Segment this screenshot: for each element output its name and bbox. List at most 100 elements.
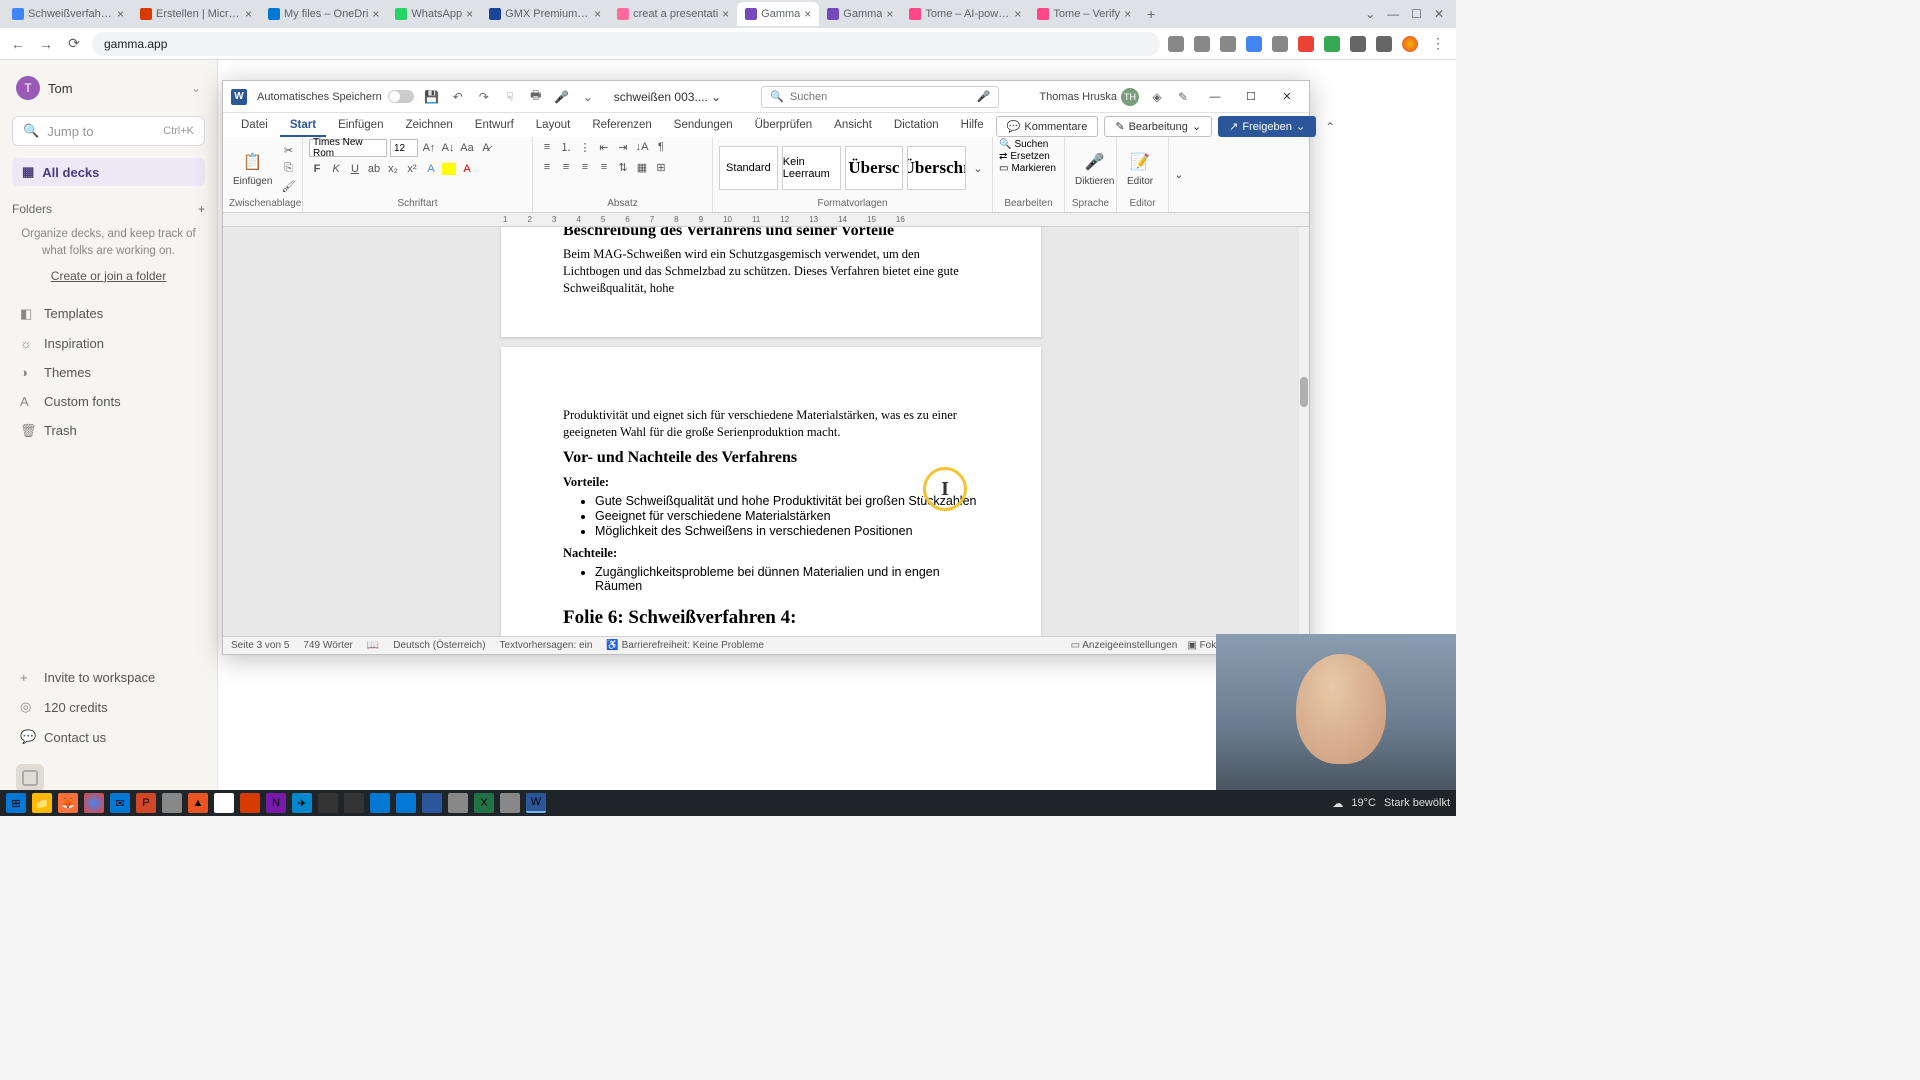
- close-icon[interactable]: ✕: [1434, 7, 1444, 21]
- document-area[interactable]: Beschreibung des Verfahrens und seiner V…: [223, 227, 1309, 636]
- vlc-icon[interactable]: ▲: [188, 793, 208, 813]
- font-color-icon[interactable]: A: [459, 161, 475, 177]
- close-icon[interactable]: ×: [1124, 7, 1131, 21]
- subscript-icon[interactable]: x₂: [385, 161, 401, 177]
- spellcheck-icon[interactable]: 📖: [367, 640, 379, 651]
- select-button[interactable]: ▭Markieren: [999, 163, 1056, 174]
- superscript-icon[interactable]: x²: [404, 161, 420, 177]
- bullet-list[interactable]: Gute Schweißqualität und hohe Produktivi…: [563, 494, 979, 538]
- jump-to-search[interactable]: 🔍 Jump to Ctrl+K: [12, 116, 205, 146]
- browser-tab[interactable]: Gamma×: [819, 2, 901, 26]
- create-folder-link[interactable]: Create or join a folder: [12, 269, 205, 283]
- close-icon[interactable]: ×: [886, 7, 893, 21]
- share-button[interactable]: ↗Freigeben⌄: [1218, 116, 1316, 137]
- word-count[interactable]: 749 Wörter: [303, 640, 352, 651]
- back-button[interactable]: ←: [8, 34, 28, 54]
- underline-icon[interactable]: U: [347, 161, 363, 177]
- find-button[interactable]: 🔍Suchen: [999, 139, 1048, 150]
- list-item[interactable]: Zugänglichkeitsprobleme bei dünnen Mater…: [595, 565, 979, 593]
- autosave-toggle[interactable]: Automatisches Speichern: [257, 90, 414, 103]
- document-page[interactable]: Beschreibung des Verfahrens und seiner V…: [501, 227, 1041, 337]
- format-painter-icon[interactable]: 🖌: [280, 178, 296, 194]
- add-folder-button[interactable]: +: [198, 202, 205, 216]
- close-icon[interactable]: ×: [594, 7, 601, 21]
- justify-icon[interactable]: ≡: [596, 159, 612, 175]
- clear-format-icon[interactable]: A̷: [478, 140, 494, 156]
- tab-ansicht[interactable]: Ansicht: [824, 115, 882, 137]
- save-icon[interactable]: 💾: [424, 89, 440, 105]
- undo-icon[interactable]: ↶: [450, 89, 466, 105]
- strike-icon[interactable]: ab: [366, 161, 382, 177]
- indent-icon[interactable]: ⇥: [615, 139, 631, 155]
- browser-tab[interactable]: Erstellen | Microsof×: [132, 2, 260, 26]
- tab-dictation[interactable]: Dictation: [884, 115, 949, 137]
- grow-font-icon[interactable]: A↑: [421, 140, 437, 156]
- dictate-button[interactable]: 🎤Diktieren: [1071, 148, 1118, 189]
- paragraph-bold[interactable]: Nachteile:: [563, 546, 979, 561]
- heading[interactable]: Vor- und Nachteile des Verfahrens: [563, 449, 979, 467]
- display-settings[interactable]: ▭ Anzeigeeinstellungen: [1071, 640, 1178, 651]
- numbering-icon[interactable]: ⒈: [558, 139, 574, 155]
- browser-tab[interactable]: creat a presentati×: [609, 2, 737, 26]
- menu-icon[interactable]: ⋮: [1428, 34, 1448, 54]
- close-icon[interactable]: ×: [117, 7, 124, 21]
- taskbar-app-icon[interactable]: [162, 793, 182, 813]
- nav-custom-fonts[interactable]: ACustom fonts: [12, 387, 205, 416]
- tab-start[interactable]: Start: [280, 115, 326, 137]
- outlook-icon[interactable]: ✉: [110, 793, 130, 813]
- minimize-icon[interactable]: —: [1387, 7, 1399, 21]
- close-icon[interactable]: ×: [804, 7, 811, 21]
- weather-icon[interactable]: ☁: [1332, 797, 1343, 810]
- extension-icon[interactable]: [1194, 36, 1210, 52]
- browser-tab[interactable]: WhatsApp×: [387, 2, 481, 26]
- taskbar-app-icon[interactable]: [318, 793, 338, 813]
- weather-text[interactable]: Stark bewölkt: [1384, 797, 1450, 809]
- tab-entwurf[interactable]: Entwurf: [465, 115, 524, 137]
- close-icon[interactable]: ×: [722, 7, 729, 21]
- align-left-icon[interactable]: ≡: [539, 159, 555, 175]
- reload-button[interactable]: ⟳: [64, 34, 84, 54]
- scrollbar-thumb[interactable]: [1300, 377, 1308, 407]
- quick-print-icon[interactable]: 🖶: [528, 89, 544, 105]
- taskbar-app-icon[interactable]: [422, 793, 442, 813]
- word-search-box[interactable]: 🔍 🎤: [761, 86, 999, 108]
- extension-icon[interactable]: [1220, 36, 1236, 52]
- chevron-down-icon[interactable]: ⌄: [1365, 7, 1375, 21]
- heading-large[interactable]: Folie 6: Schweißverfahren 4:: [563, 607, 979, 629]
- pen-icon[interactable]: ✎: [1175, 89, 1191, 105]
- workspace-switcher[interactable]: T Tom ⌄: [12, 72, 205, 104]
- bullet-list[interactable]: Zugänglichkeitsprobleme bei dünnen Mater…: [563, 565, 979, 593]
- style-no-spacing[interactable]: Kein Leerraum: [782, 146, 841, 190]
- browser-tab[interactable]: Schweißverfahren×: [4, 2, 132, 26]
- tab-referenzen[interactable]: Referenzen: [582, 115, 661, 137]
- vertical-scrollbar[interactable]: [1299, 227, 1309, 636]
- tab-hilfe[interactable]: Hilfe: [951, 115, 994, 137]
- accessibility-status[interactable]: ♿ Barrierefreiheit: Keine Probleme: [606, 640, 764, 651]
- taskbar-app-icon[interactable]: [240, 793, 260, 813]
- italic-icon[interactable]: K: [328, 161, 344, 177]
- minimize-button[interactable]: —: [1201, 87, 1229, 107]
- heading[interactable]: Beschreibung des Verfahrens und seiner V…: [563, 227, 979, 240]
- user-badge[interactable]: Thomas Hruska TH: [1039, 88, 1139, 106]
- tab-datei[interactable]: Datei: [231, 115, 278, 137]
- close-icon[interactable]: ×: [466, 7, 473, 21]
- redo-icon[interactable]: ↷: [476, 89, 492, 105]
- browser-tab-active[interactable]: Gamma×: [737, 2, 819, 26]
- bold-icon[interactable]: F: [309, 161, 325, 177]
- sort-icon[interactable]: ↓A: [634, 139, 650, 155]
- address-bar[interactable]: gamma.app: [92, 32, 1160, 56]
- bullets-icon[interactable]: ≡: [539, 139, 555, 155]
- highlight-icon[interactable]: [442, 163, 456, 175]
- editor-button[interactable]: 📝Editor: [1123, 148, 1157, 189]
- extension-icon[interactable]: [1298, 36, 1314, 52]
- nav-invite[interactable]: +Invite to workspace: [12, 663, 205, 692]
- replace-button[interactable]: ⇄Ersetzen: [999, 151, 1050, 162]
- ribbon-collapse-icon[interactable]: ⌄: [1171, 167, 1187, 183]
- browser-tab[interactable]: GMX Premium – E×: [481, 2, 609, 26]
- style-heading1[interactable]: Übersc: [845, 146, 904, 190]
- qat-dropdown-icon[interactable]: ⌄: [580, 89, 596, 105]
- browser-tab[interactable]: Tome – AI-powere×: [901, 2, 1029, 26]
- puzzle-icon[interactable]: [1350, 36, 1366, 52]
- maximize-button[interactable]: ☐: [1237, 87, 1265, 107]
- document-name[interactable]: schweißen 003.... ⌄: [614, 90, 721, 104]
